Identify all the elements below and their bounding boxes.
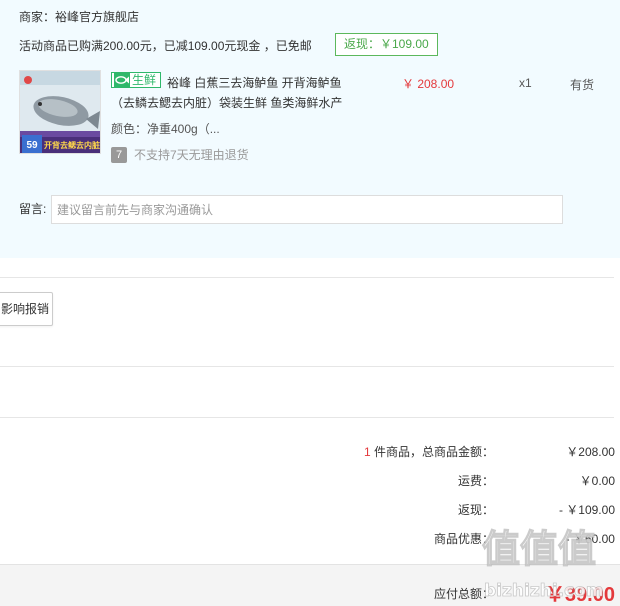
divider [0, 277, 614, 278]
invoice-button[interactable]: 影响报销 [0, 292, 53, 326]
thumb-badge-text: 开背去鳃去内脏 [44, 140, 100, 150]
cashback-amount: - ￥109.00 [558, 503, 615, 517]
no-return-text: 不支持7天无理由退货 [134, 148, 249, 162]
product-image: 59 开背去鳃去内脏 [20, 71, 100, 153]
shipping-label: 运费： [457, 474, 494, 488]
item-count: 1 [363, 445, 371, 459]
seven-day-icon: 7 [111, 146, 127, 163]
no-return-notice: 7 不支持7天无理由退货 [111, 146, 249, 163]
divider [0, 417, 614, 418]
message-label: 留言: [19, 202, 47, 216]
discount-amount: - ￥60.00 [565, 532, 615, 546]
fresh-tag: 生鲜 [111, 72, 162, 88]
discount-label: 商品优惠： [433, 532, 494, 546]
thumb-badge-price: 59 [26, 140, 38, 151]
item-price: ￥ 208.00 [402, 77, 455, 91]
fish-icon [114, 73, 130, 87]
item-quantity: x1 [519, 76, 532, 90]
total-label: 件商品，总商品金额： [370, 445, 494, 459]
item-spec: 颜色：净重400g（... [111, 122, 220, 136]
stock-status: 有货 [570, 78, 595, 92]
checkout-bar [0, 564, 620, 606]
cashback-label: 返现： [457, 503, 494, 517]
item-count-label: 1 件商品，总商品金额： [364, 443, 494, 460]
product-thumbnail[interactable]: 59 开背去鳃去内脏 [19, 70, 101, 154]
goods-total: ￥208.00 [566, 445, 615, 459]
message-input[interactable] [51, 195, 563, 224]
payable-amount: ￥39.00 [544, 584, 615, 606]
store-order-block: 商家：裕峰官方旗舰店 活动商品已购满200.00元，已减109.00元现金 ，已… [0, 0, 620, 258]
cashback-badge: 返现：￥109.00 [335, 33, 438, 56]
merchant-name[interactable]: 商家：裕峰官方旗舰店 [19, 8, 139, 25]
divider [0, 366, 614, 367]
fresh-tag-label: 生鲜 [132, 73, 157, 87]
promo-text: 活动商品已购满200.00元，已减109.00元现金 ，已免邮 [19, 39, 312, 53]
payable-label: 应付总额： [433, 587, 494, 601]
shipping-fee: ￥0.00 [579, 474, 615, 488]
